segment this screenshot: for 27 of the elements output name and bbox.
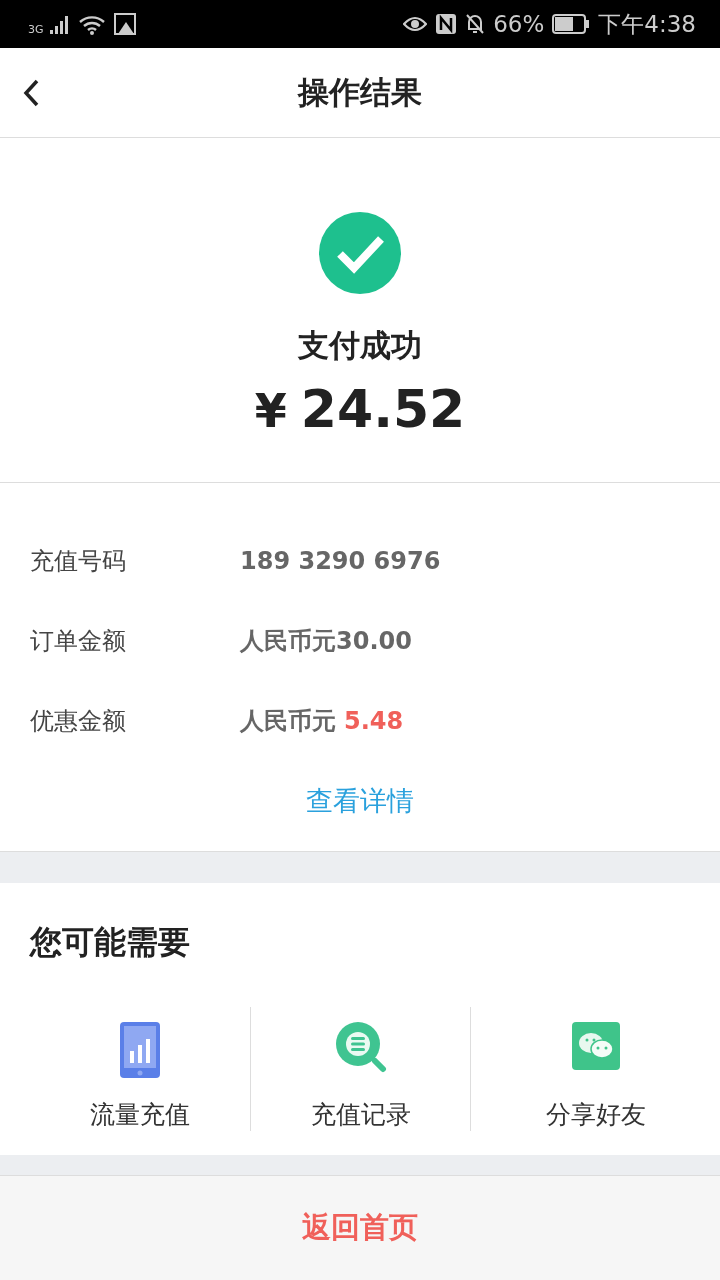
- page-title: 操作结果: [298, 72, 422, 112]
- clock: 下午4:38: [598, 9, 696, 39]
- detail-value: 人民币元: [240, 706, 336, 737]
- chat-bubbles-icon: [570, 1021, 621, 1071]
- eye-icon: [403, 15, 428, 33]
- network-type: 3G: [28, 22, 44, 36]
- back-icon[interactable]: [22, 78, 40, 108]
- detail-value: 人民币元30.00: [240, 626, 412, 657]
- detail-label: 优惠金额: [30, 706, 127, 737]
- shortcut-item[interactable]: 充值记录: [250, 1007, 470, 1131]
- section-title: 您可能需要: [30, 923, 190, 961]
- detail-value: 189 3290 6976: [240, 547, 441, 575]
- detail-label: 充值号码: [30, 546, 127, 577]
- battery-icon: [552, 14, 591, 34]
- phone-chart-icon: [119, 1021, 161, 1079]
- shortcut-item[interactable]: 分享好友: [470, 1007, 720, 1131]
- muted-bell-icon: [465, 13, 486, 35]
- shortcut-item[interactable]: 流量充值: [0, 1007, 250, 1131]
- discount-amount: 5.48: [344, 707, 404, 735]
- battery-percent: 66%: [493, 11, 545, 37]
- detail-label: 订单金额: [30, 626, 127, 657]
- search-list-icon: [334, 1021, 387, 1073]
- status-text: 支付成功: [298, 326, 422, 365]
- success-check-icon: [318, 211, 402, 295]
- nfc-icon: [435, 13, 458, 35]
- currency-symbol: ¥: [254, 384, 287, 438]
- payment-amount: 24.52: [300, 379, 466, 439]
